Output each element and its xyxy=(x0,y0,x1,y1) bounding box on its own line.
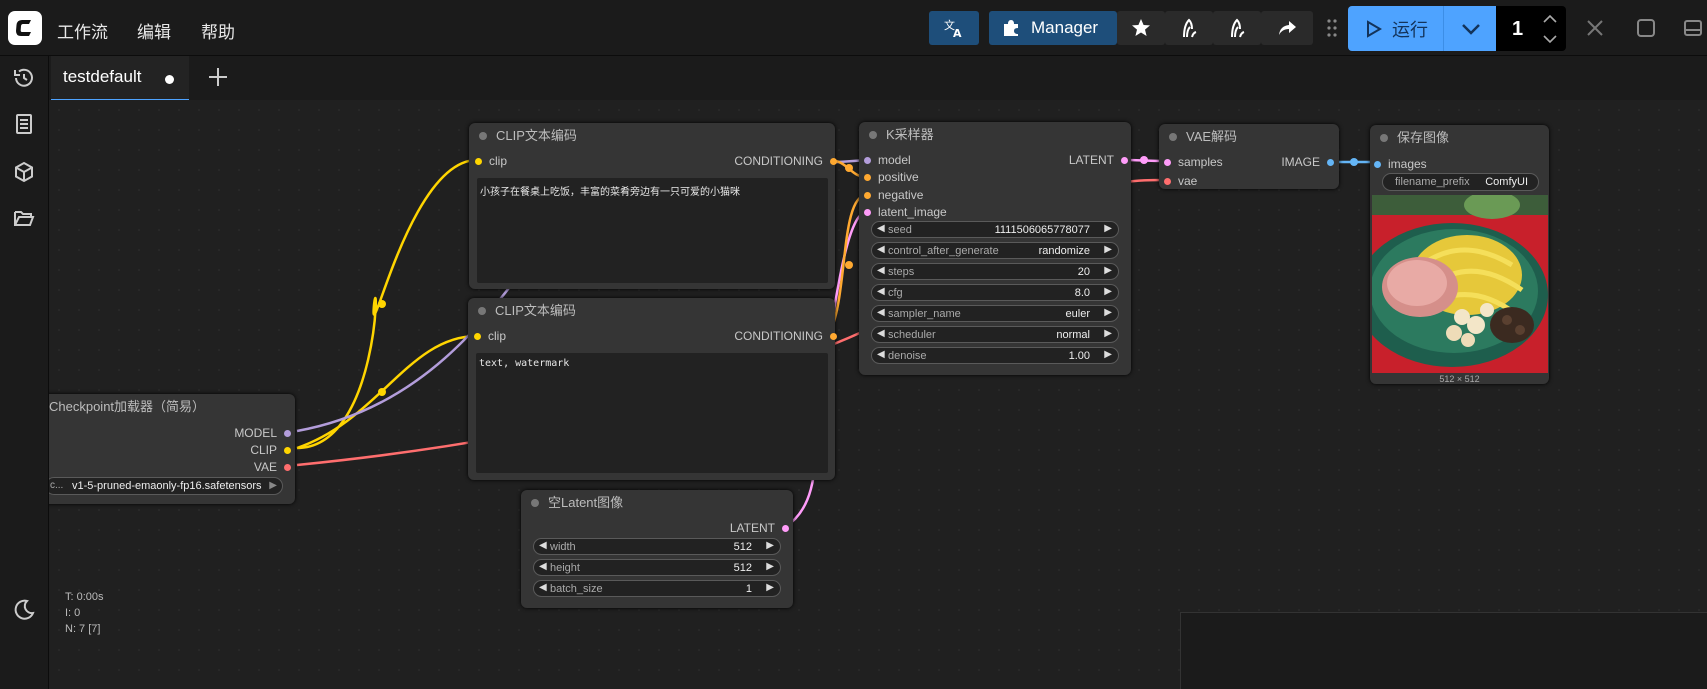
close-icon xyxy=(1587,20,1603,36)
input-samples[interactable]: samples xyxy=(1164,155,1223,169)
node-title: VAE解码 xyxy=(1169,124,1237,150)
output-conditioning[interactable]: CONDITIONING xyxy=(734,329,837,343)
play-icon xyxy=(1367,19,1382,38)
input-positive[interactable]: positive xyxy=(864,170,919,184)
node-vae-decode[interactable]: VAE解码 samples vae IMAGE xyxy=(1159,124,1339,189)
prompt-textarea[interactable]: text, watermark xyxy=(476,353,828,473)
top-bar: 工作流 编辑 帮助 文A Manager 运行 1 xyxy=(0,0,1707,56)
moon-icon[interactable] xyxy=(12,598,36,622)
node-ksampler[interactable]: K采样器 model positive negative latent_imag… xyxy=(859,122,1131,375)
run-options-button[interactable] xyxy=(1443,6,1497,51)
widget-scheduler[interactable]: ◀ scheduler normal ▶ xyxy=(871,326,1119,343)
widget-control-after-generate[interactable]: ◀ control_after_generate randomize ▶ xyxy=(871,242,1119,259)
output-latent[interactable]: LATENT xyxy=(1069,153,1128,167)
tab-testdefault[interactable]: testdefault xyxy=(51,56,189,101)
widget-filename-prefix[interactable]: filename_prefix ComfyUI xyxy=(1382,173,1539,191)
translate-icon: 文A xyxy=(944,18,962,40)
input-negative[interactable]: negative xyxy=(864,188,923,202)
widget-cfg[interactable]: ◀ cfg 8.0 ▶ xyxy=(871,284,1119,301)
menu-edit[interactable]: 编辑 xyxy=(137,18,171,43)
focus-mode-button[interactable] xyxy=(1633,15,1659,41)
input-clip[interactable]: clip xyxy=(475,154,507,168)
widget-batch-size[interactable]: ◀ batch_size 1 ▶ xyxy=(533,580,781,597)
image-size-label: 512 × 512 xyxy=(1439,374,1480,384)
folder-open-icon[interactable] xyxy=(12,206,36,230)
widget-steps[interactable]: ◀ steps 20 ▶ xyxy=(871,263,1119,280)
output-clip[interactable]: CLIP xyxy=(250,443,291,457)
output-vae[interactable]: VAE xyxy=(254,460,291,474)
chevron-up-icon[interactable] xyxy=(1542,12,1558,26)
stats-i: I: 0 xyxy=(65,607,81,619)
node-checkpoint-loader[interactable]: Checkpoint加载器（简易） MODEL CLIP VAE c... v1… xyxy=(49,394,295,504)
bottom-panel xyxy=(1180,612,1707,689)
model-share-alt-icon xyxy=(1231,18,1245,38)
unsaved-dot-icon xyxy=(165,75,174,84)
node-title: Checkpoint加载器（简易） xyxy=(49,399,206,414)
svg-text:A: A xyxy=(953,27,962,40)
output-conditioning[interactable]: CONDITIONING xyxy=(734,154,837,168)
widget-seed[interactable]: ◀ seed 1111506065778077 ▶ xyxy=(871,221,1119,238)
node-title: 空Latent图像 xyxy=(531,490,623,516)
model-share-icon xyxy=(1183,18,1197,38)
drag-handle-icon[interactable] xyxy=(1325,17,1339,39)
share-model-button[interactable] xyxy=(1165,11,1213,45)
output-latent[interactable]: LATENT xyxy=(730,521,789,535)
queue-count-value: 1 xyxy=(1512,18,1524,40)
run-label: 运行 xyxy=(1392,19,1428,40)
stats-n: N: 7 [7] xyxy=(65,623,101,635)
workflow-tab-bar: testdefault xyxy=(49,56,1707,101)
output-image[interactable]: IMAGE xyxy=(1281,155,1334,169)
node-save-image[interactable]: 保存图像 images filename_prefix ComfyUI 512 … xyxy=(1370,125,1549,384)
left-sidebar xyxy=(0,56,49,689)
queue-count-stepper[interactable]: 1 xyxy=(1496,6,1566,51)
input-vae[interactable]: vae xyxy=(1164,174,1197,188)
model-library-icon[interactable] xyxy=(12,160,36,184)
manager-button[interactable]: Manager xyxy=(989,11,1117,45)
favorite-button[interactable] xyxy=(1117,11,1165,45)
node-empty-latent[interactable]: 空Latent图像 LATENT ◀ width 512 ▶ ◀ height 512 ▶ … xyxy=(521,490,793,608)
output-model[interactable]: MODEL xyxy=(234,426,291,440)
graph-canvas[interactable]: CLIP文本编码 clip CONDITIONING 小孩子在餐桌上吃饭，丰富的… xyxy=(49,100,1707,689)
comfyui-logo-icon[interactable] xyxy=(8,11,42,45)
menu-workflow[interactable]: 工作流 xyxy=(57,18,108,43)
input-latent-image[interactable]: latent_image xyxy=(864,205,947,219)
menu-help[interactable]: 帮助 xyxy=(201,18,235,43)
chevron-down-small-icon[interactable] xyxy=(1542,32,1558,46)
puzzle-icon xyxy=(1004,20,1018,36)
share-model-alt-button[interactable] xyxy=(1213,11,1261,45)
node-clip-text-positive[interactable]: CLIP文本编码 clip CONDITIONING 小孩子在餐桌上吃饭，丰富的… xyxy=(469,123,837,289)
node-library-icon[interactable] xyxy=(12,112,36,136)
input-clip[interactable]: clip xyxy=(474,329,506,343)
bottom-panel-toggle-button[interactable] xyxy=(1680,15,1706,41)
input-images[interactable]: images xyxy=(1374,157,1427,171)
close-queue-button[interactable] xyxy=(1582,15,1608,41)
manager-label: Manager xyxy=(1031,18,1099,37)
node-title: CLIP文本编码 xyxy=(478,298,576,324)
link-clip-positive xyxy=(296,158,478,450)
share-button[interactable] xyxy=(1261,11,1313,45)
node-title: CLIP文本编码 xyxy=(479,123,577,149)
widget-width[interactable]: ◀ width 512 ▶ xyxy=(533,538,781,555)
node-title: 保存图像 xyxy=(1380,125,1449,151)
input-model[interactable]: model xyxy=(864,153,911,167)
widget-sampler-name[interactable]: ◀ sampler_name euler ▶ xyxy=(871,305,1119,322)
translate-button[interactable]: 文A xyxy=(929,11,979,45)
prompt-textarea[interactable]: 小孩子在餐桌上吃饭，丰富的菜肴旁边有一只可爱的小猫咪 xyxy=(477,178,828,283)
widget-denoise[interactable]: ◀ denoise 1.00 ▶ xyxy=(871,347,1119,364)
history-icon[interactable] xyxy=(12,66,36,90)
plus-icon[interactable] xyxy=(205,64,231,90)
panel-icon xyxy=(1684,20,1702,36)
share-arrow-icon xyxy=(1279,21,1296,35)
widget-ckpt-name[interactable]: c... v1-5-pruned-emaonly-fp16.safetensor… xyxy=(49,477,283,495)
node-clip-text-negative[interactable]: CLIP文本编码 clip CONDITIONING text, waterma… xyxy=(468,298,837,480)
chevron-down-icon xyxy=(1461,23,1480,35)
square-icon xyxy=(1637,19,1655,37)
preview-image[interactable] xyxy=(1372,195,1548,373)
stats-time: T: 0:00s xyxy=(65,591,104,603)
star-icon xyxy=(1132,19,1150,36)
node-title: K采样器 xyxy=(869,122,934,148)
tab-label: testdefault xyxy=(63,67,142,86)
widget-height[interactable]: ◀ height 512 ▶ xyxy=(533,559,781,576)
